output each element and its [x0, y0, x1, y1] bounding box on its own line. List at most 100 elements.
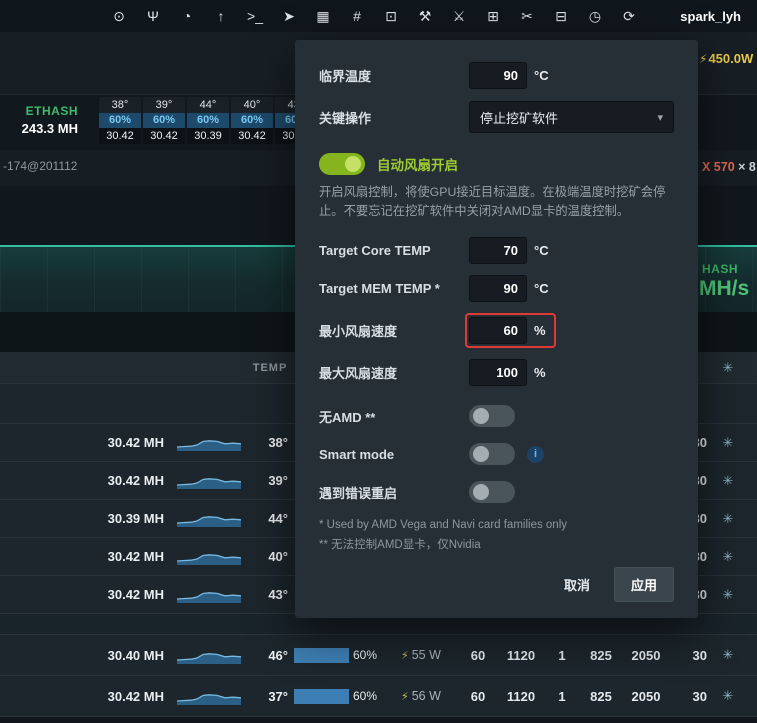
badge-hashrate: 30.39: [187, 128, 229, 144]
min-fan-label: 最小风扇速度: [319, 324, 398, 340]
power-icon[interactable]: ⊙: [102, 0, 136, 32]
rocket-icon[interactable]: ➤: [272, 0, 306, 32]
fan-icon[interactable]: ✳: [713, 435, 743, 451]
fan-icon: ✳: [722, 359, 734, 375]
hash-icon[interactable]: #: [340, 0, 374, 32]
row-val-last: 30: [692, 647, 707, 663]
fan-icon[interactable]: ✳: [713, 647, 743, 663]
gpu-badge[interactable]: 40° 60% 30.42: [231, 97, 273, 144]
target-core-input[interactable]: [469, 237, 527, 265]
row-val-last: 30: [692, 688, 707, 704]
power-value: 55 W: [411, 648, 441, 662]
no-amd-toggle[interactable]: [469, 405, 515, 428]
gpu-badges: 38° 60% 30.42 39° 60% 30.42 44° 60% 30.3…: [99, 97, 317, 144]
fan-icon[interactable]: ✳: [713, 511, 743, 527]
row-hashrate: 30.40 MH: [107, 647, 164, 663]
refresh-icon[interactable]: ⟳: [612, 0, 646, 32]
badge-fan: 60%: [187, 113, 229, 128]
autofan-settings-modal: 临界温度 °C 关键操作 停止挖矿软件 ▾ 自动风扇开启 开启风扇控制，将使GP…: [295, 40, 698, 618]
row-temp: 44°: [268, 511, 288, 526]
target-core-label: Target Core TEMP: [319, 243, 431, 259]
bottom-strip: [0, 717, 757, 723]
max-fan-input[interactable]: [469, 359, 527, 387]
badge-temp: 39°: [143, 97, 185, 113]
maintenance-icon[interactable]: Ψ: [136, 0, 170, 32]
critical-temp-label: 临界温度: [319, 69, 372, 84]
target-core-row: Target Core TEMP °C: [319, 237, 674, 265]
fan-icon[interactable]: ✳: [713, 473, 743, 489]
restart-on-error-toggle[interactable]: [469, 481, 515, 504]
power-bolt-icon: ⚡: [401, 690, 409, 703]
restart-on-error-row: 遇到错误重启: [319, 481, 674, 504]
row-fan: 60%: [292, 688, 397, 704]
badge-temp: 40°: [231, 97, 273, 113]
critical-temp-row: 临界温度 °C: [319, 62, 674, 89]
smart-mode-label: Smart mode: [319, 446, 395, 462]
min-fan-input[interactable]: [469, 317, 527, 345]
row-temp: 40°: [268, 549, 288, 564]
min-fan-row: 最小风扇速度 %: [319, 313, 674, 349]
username[interactable]: spark_lyh: [680, 9, 741, 24]
rig-note: -174@201112: [3, 159, 78, 173]
gpu-badge[interactable]: 44° 60% 30.39: [187, 97, 229, 144]
critical-temp-input[interactable]: [469, 62, 527, 89]
target-mem-unit: °C: [534, 281, 549, 297]
footnote-amd: * Used by AMD Vega and Navi card familie…: [319, 519, 568, 532]
target-mem-label: Target MEM TEMP *: [319, 281, 440, 297]
shell-icon[interactable]: >_: [238, 0, 272, 32]
hashrate-sparkline: [170, 434, 248, 451]
gpu-model-count: × 8: [738, 160, 756, 174]
power-bolt-icon: ⚡: [401, 649, 409, 662]
timer-icon[interactable]: ◷: [578, 0, 612, 32]
hashrate-sparkline: [170, 472, 248, 489]
row-fan: 60%: [292, 647, 397, 663]
chart-algo-label: HASH: [702, 262, 739, 276]
tools-icon[interactable]: ⚒: [408, 0, 442, 32]
critical-action-row: 关键操作 停止挖矿软件 ▾: [319, 101, 674, 133]
minus-square-icon[interactable]: ⊟: [544, 0, 578, 32]
target-mem-input[interactable]: [469, 275, 527, 303]
toolbar-icons: ⊙ Ψ ◔ ↑ >_ ➤ ▦ # ⊡ ⚒ ⚔ ⊞ ✂ ⊟ ◷ ⟳: [102, 0, 646, 32]
row-mem-val: 2050: [631, 647, 661, 663]
smart-mode-toggle[interactable]: [469, 443, 515, 466]
upgrade-icon[interactable]: ↑: [204, 0, 238, 32]
fan-icon[interactable]: ✳: [713, 549, 743, 565]
miner-pickaxe-icon[interactable]: ⚔: [442, 0, 476, 32]
temp-column-header: TEMP: [252, 361, 288, 374]
row-mem-clock: 825: [590, 647, 612, 663]
row-val: 1: [558, 688, 566, 704]
fan-icon[interactable]: ✳: [713, 688, 743, 704]
gpu-badge[interactable]: 39° 60% 30.42: [143, 97, 185, 144]
row-core-temp-limit: 60: [470, 688, 486, 704]
badge-hashrate: 30.42: [143, 128, 185, 144]
fan-icon[interactable]: ✳: [713, 587, 743, 603]
cancel-button[interactable]: 取消: [550, 567, 604, 602]
clock-icon[interactable]: ◔: [170, 0, 204, 32]
console-icon[interactable]: ⊡: [374, 0, 408, 32]
gpu-badge[interactable]: 38° 60% 30.42: [99, 97, 141, 144]
algo-summary: ETHASH 243.3 MH: [0, 104, 78, 136]
fan-percent: 60%: [353, 688, 378, 703]
row-hashrate: 30.42 MH: [107, 549, 164, 564]
fan-bar: 60%: [294, 688, 386, 704]
autofan-toggle[interactable]: [319, 153, 365, 175]
min-fan-unit: %: [534, 323, 546, 339]
max-fan-row: 最大风扇速度 %: [319, 359, 674, 387]
critical-action-value: 停止挖矿软件: [480, 110, 559, 126]
row-mem-clock: 825: [590, 688, 612, 704]
apps-grid-icon[interactable]: ⊞: [476, 0, 510, 32]
gpu-table-row[interactable]: 30.42 MH 37° 60% ⚡ 56 W 60 1120 1 825 205…: [0, 676, 757, 717]
gpu-table-row[interactable]: 30.40 MH 46° 60% ⚡ 55 W 60 1120 1 825 205…: [0, 635, 757, 676]
info-icon[interactable]: i: [527, 445, 544, 463]
critical-action-select[interactable]: 停止挖矿软件 ▾: [469, 101, 674, 133]
apply-button[interactable]: 应用: [613, 567, 674, 602]
gpu-model-name: X 570: [702, 160, 735, 174]
hashrate-sparkline: [170, 548, 248, 565]
scissors-icon[interactable]: ✂: [510, 0, 544, 32]
critical-temp-unit: °C: [534, 68, 549, 83]
farm-icon[interactable]: ▦: [306, 0, 340, 32]
total-power: ⚡450.0W: [699, 51, 753, 66]
row-hashrate: 30.42 MH: [107, 688, 164, 704]
row-hashrate: 30.39 MH: [107, 511, 164, 526]
row-core-temp-limit: 60: [470, 647, 486, 663]
